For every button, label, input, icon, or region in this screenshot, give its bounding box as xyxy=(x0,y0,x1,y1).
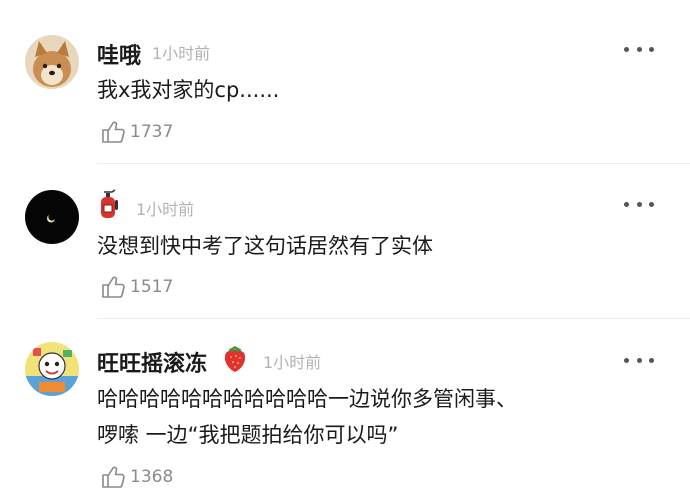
comment-text-line: 啰嗦 一边“我把题拍给你可以吗” xyxy=(97,423,399,447)
more-options-icon[interactable] xyxy=(624,353,654,367)
username[interactable]: 旺旺摇滚冻 xyxy=(97,346,207,378)
avatar[interactable] xyxy=(25,342,79,396)
cartoon-avatar-icon xyxy=(25,342,79,396)
thumbs-up-icon xyxy=(102,466,125,488)
comment-item: 旺旺摇滚冻 1小时前 哈哈哈哈哈哈哈哈哈哈哈一边说你多管闲事、 啰嗦 一边“我把… xyxy=(0,0,690,493)
timestamp: 1小时前 xyxy=(263,353,322,372)
like-button[interactable]: 1368 xyxy=(100,463,173,491)
like-count: 1368 xyxy=(130,467,174,487)
comment-text-line: 哈哈哈哈哈哈哈哈哈哈哈一边说你多管闲事、 xyxy=(97,387,517,411)
strawberry-icon xyxy=(220,342,250,374)
